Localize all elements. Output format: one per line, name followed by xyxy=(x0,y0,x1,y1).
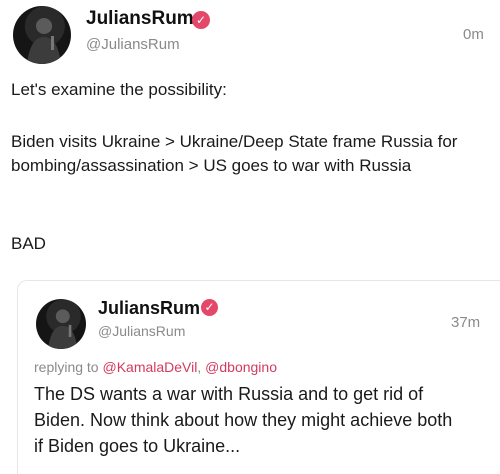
avatar-silhouette-icon xyxy=(27,18,61,64)
mention-link-kamaladevil[interactable]: @KamalaDeVil xyxy=(102,359,197,375)
replying-to-line: replying to @KamalaDeVil, @dbongino xyxy=(34,359,277,375)
post-line-2: Biden visits Ukraine > Ukraine/Deep Stat… xyxy=(11,132,458,175)
post-line-1: Let's examine the possibility: xyxy=(11,80,227,99)
user-handle[interactable]: @JuliansRum xyxy=(86,36,180,53)
reply-avatar[interactable] xyxy=(36,299,86,349)
avatar-silhouette-icon xyxy=(48,309,78,349)
avatar[interactable] xyxy=(13,6,71,64)
mention-separator: , xyxy=(197,359,206,375)
reply-text: The DS wants a war with Russia and to ge… xyxy=(34,384,453,456)
mention-link-dbongino[interactable]: @dbongino xyxy=(205,359,277,375)
verified-badge-icon: ✓ xyxy=(192,11,210,29)
reply-timestamp: 37m xyxy=(451,314,481,331)
replying-to-label: replying to xyxy=(34,359,99,375)
display-name[interactable]: JuliansRum xyxy=(86,8,194,30)
post-timestamp: 0m xyxy=(463,26,484,43)
reply-user-handle[interactable]: @JuliansRum xyxy=(98,323,185,339)
verified-badge-icon: ✓ xyxy=(201,299,218,316)
post-line-3: BAD xyxy=(11,234,46,253)
reply-card[interactable]: JuliansRum ✓ @JuliansRum 37m replying to… xyxy=(17,280,500,474)
reply-display-name[interactable]: JuliansRum xyxy=(98,298,200,319)
